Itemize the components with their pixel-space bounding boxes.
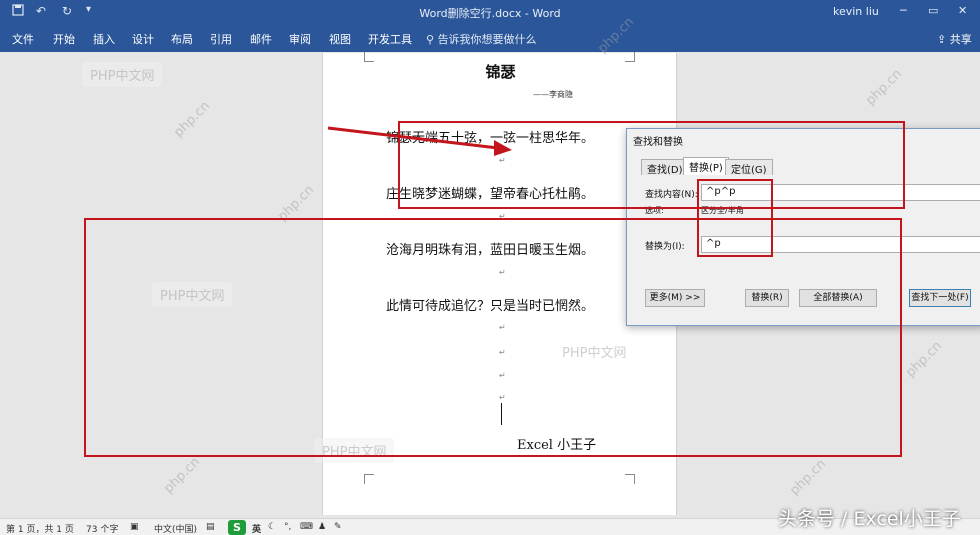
poem-author: ——李商隐 xyxy=(533,90,573,99)
watermark: php.cn xyxy=(161,454,204,497)
watermark: php.cn xyxy=(863,66,906,109)
punctuation-icon[interactable]: °, xyxy=(284,522,291,532)
moon-icon[interactable]: ☾ xyxy=(268,522,276,532)
tab-design[interactable]: 设计 xyxy=(132,31,154,47)
tab-view[interactable]: 视图 xyxy=(329,31,351,47)
tab-file[interactable]: 文件 xyxy=(12,31,34,47)
tab-mailings[interactable]: 邮件 xyxy=(250,31,272,47)
lightbulb-icon: ⚲ xyxy=(426,33,435,46)
minimize-button[interactable]: ─ xyxy=(900,4,907,17)
restore-button[interactable]: ▭ xyxy=(928,4,938,17)
credit-watermark: 头条号 / Excel小王子 xyxy=(778,508,961,530)
share-button[interactable]: ⇪ 共享 xyxy=(937,31,972,47)
ime-language[interactable]: 英 xyxy=(252,522,261,535)
crop-mark xyxy=(364,474,374,484)
language[interactable]: 中文(中国) xyxy=(154,522,197,535)
tab-layout[interactable]: 布局 xyxy=(171,31,193,47)
crop-mark xyxy=(625,474,635,484)
watermark: php.cn xyxy=(171,98,214,141)
close-button[interactable]: ✕ xyxy=(958,4,967,17)
user-icon[interactable]: ♟ xyxy=(318,522,326,532)
tell-me-search[interactable]: ⚲ 告诉我你想要做什么 xyxy=(426,31,537,47)
tab-insert[interactable]: 插入 xyxy=(93,31,115,47)
proofing-icon[interactable]: ▣ xyxy=(130,522,139,532)
watermark: php.cn xyxy=(787,456,830,499)
watermark: PHP中文网 xyxy=(82,62,163,87)
share-label: 共享 xyxy=(949,33,972,46)
wrench-icon[interactable]: ✎ xyxy=(334,522,342,532)
tab-developer[interactable]: 开发工具 xyxy=(368,31,412,47)
macro-icon[interactable]: ▤ xyxy=(206,522,215,532)
tab-home[interactable]: 开始 xyxy=(53,31,75,47)
annotation-arrow xyxy=(327,126,512,156)
find-next-button[interactable]: 查找下一处(F) xyxy=(909,289,971,307)
ribbon-tabs: 文件 开始 插入 设计 布局 引用 邮件 审阅 视图 开发工具 ⚲ 告诉我你想要… xyxy=(0,24,980,52)
tab-references[interactable]: 引用 xyxy=(210,31,232,47)
tab-review[interactable]: 审阅 xyxy=(289,31,311,47)
ime-logo-icon[interactable]: S xyxy=(228,520,246,535)
share-icon: ⇪ xyxy=(937,33,947,46)
user-name[interactable]: kevin liu xyxy=(833,5,879,18)
keyboard-icon[interactable]: ⌨ xyxy=(300,522,313,532)
poem-title: 锦瑟 xyxy=(485,63,516,81)
title-bar: ↶ ↻ ▾ Word删除空行.docx - Word kevin liu ─ ▭… xyxy=(0,0,980,24)
annotation-box-empty-lines xyxy=(84,218,902,457)
word-count: 73 个字 xyxy=(86,525,119,535)
page-count: 第 1 页，共 1 页 xyxy=(6,525,74,535)
watermark: php.cn xyxy=(903,338,946,381)
tell-me-label: 告诉我你想要做什么 xyxy=(437,33,537,46)
